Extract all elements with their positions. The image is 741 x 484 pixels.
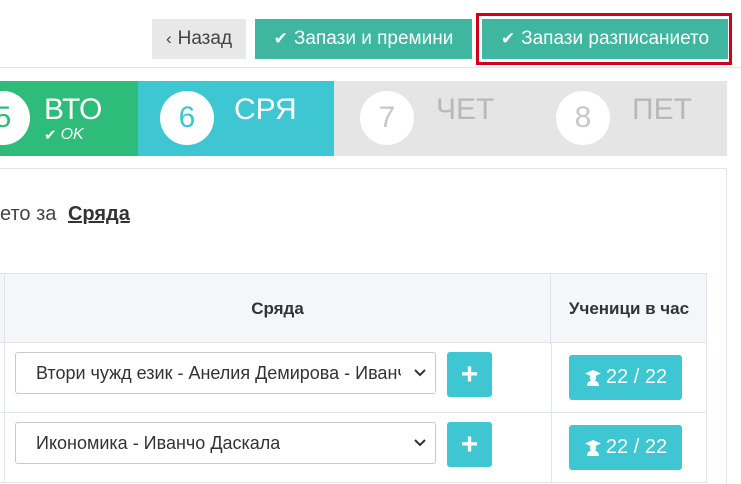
subject-select[interactable]: Икономика - Иванчо Даскала — [15, 422, 436, 464]
check-icon: ✔ — [273, 29, 288, 48]
tab-day-friday[interactable]: 8 ПЕТ — [530, 81, 727, 156]
students-count-button[interactable]: 22 / 22 — [569, 355, 682, 400]
day-number-badge: 6 — [160, 91, 214, 145]
subject-select-value: Икономика - Иванчо Даскала — [36, 432, 281, 453]
day-status-label: OK — [60, 126, 84, 143]
save-schedule-button[interactable]: ✔ Запази разписанието — [482, 19, 728, 59]
section-heading: ето за Сряда — [0, 203, 130, 226]
tab-day-tuesday[interactable]: 5 ВТО ✔ OK — [0, 81, 138, 156]
subject-select-value: Втори чужд език - Анелия Демирова - Иван… — [36, 362, 401, 383]
section-heading-day: Сряда — [67, 203, 130, 225]
check-icon: ✔ — [500, 29, 516, 48]
day-name: ПЕТ — [632, 93, 692, 126]
back-button[interactable]: ‹ Назад — [152, 19, 246, 59]
section-heading-prefix: ето за — [0, 203, 57, 225]
save-and-next-button[interactable]: ✔ Запази и премини — [255, 19, 472, 59]
save-and-next-label: Запази и премини — [293, 28, 454, 49]
students-count-button[interactable]: 22 / 22 — [569, 425, 682, 470]
column-divider — [551, 343, 552, 413]
day-status: ✔ OK — [44, 126, 84, 144]
chevron-down-icon — [414, 369, 426, 377]
row-spacer — [0, 413, 5, 483]
table-row: Втори чужд език - Анелия Демирова - Иван… — [0, 343, 707, 413]
check-icon: ✔ — [44, 127, 57, 144]
day-number-badge: 8 — [556, 91, 610, 145]
day-name: ЧЕТ — [436, 93, 495, 126]
back-button-label: Назад — [177, 28, 233, 49]
tab-day-wednesday[interactable]: 6 СРЯ — [138, 81, 334, 156]
table-row: Икономика - Иванчо Даскала + 22 / 22 — [0, 413, 707, 483]
day-tabs: 5 ВТО ✔ OK 6 СРЯ 7 ЧЕТ 8 ПЕТ — [0, 81, 727, 156]
chevron-down-icon — [414, 439, 426, 447]
chevron-left-icon: ‹ — [165, 29, 172, 48]
day-name: ВТО — [44, 93, 103, 126]
add-subject-button[interactable]: + — [447, 352, 492, 397]
top-toolbar: ‹ Назад ✔ Запази и премини ✔ Запази разп… — [0, 0, 741, 68]
student-icon — [584, 439, 601, 456]
table-header: Сряда Ученици в час — [0, 273, 707, 344]
tab-day-thursday[interactable]: 7 ЧЕТ — [334, 81, 530, 156]
column-header-day: Сряда — [5, 274, 551, 344]
students-count: 22 / 22 — [605, 436, 668, 458]
add-subject-button[interactable]: + — [447, 422, 492, 467]
row-spacer — [0, 343, 5, 413]
day-number-badge: 7 — [360, 91, 414, 145]
column-divider — [551, 413, 552, 483]
subject-select[interactable]: Втори чужд език - Анелия Демирова - Иван… — [15, 352, 436, 394]
day-number-badge: 5 — [0, 91, 30, 145]
column-header-students: Ученици в час — [568, 299, 690, 318]
day-name: СРЯ — [234, 93, 297, 126]
student-icon — [584, 369, 601, 386]
save-schedule-label: Запази разписанието — [521, 28, 710, 49]
students-count: 22 / 22 — [605, 366, 668, 388]
